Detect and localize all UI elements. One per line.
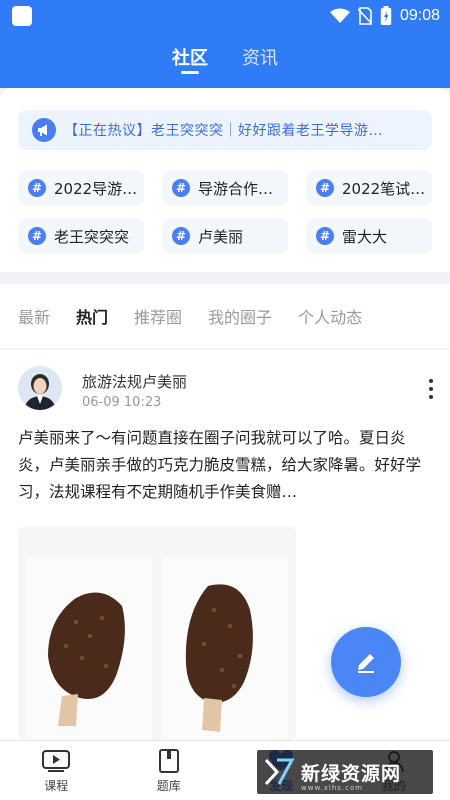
- post-author[interactable]: 旅游法规卢美丽: [82, 371, 187, 392]
- hashtag-icon: #: [172, 227, 190, 245]
- topic-label: 2022导游…: [54, 179, 138, 198]
- topic-grid: #2022导游… # 导游合作… #2022笔试… # 老王突突突 # 卢美丽 # 雷大…: [18, 170, 432, 254]
- watermark-logo-icon: [264, 758, 295, 786]
- battery-icon: [380, 6, 392, 25]
- topic-chip[interactable]: #2022导游…: [18, 170, 144, 206]
- status-bar: 09:08: [0, 0, 450, 32]
- notification-icon: [12, 6, 32, 26]
- hashtag-icon: #: [316, 179, 334, 197]
- topic-chip[interactable]: # 老王突突突: [18, 218, 144, 254]
- watermark-url: www.xlhs.com: [301, 784, 364, 792]
- status-icons: 09:08: [329, 5, 440, 27]
- nav-label: 课程: [44, 779, 69, 793]
- post-content[interactable]: 卢美丽来了～有问题直接在圈子问我就可以了哈。夏日炎炎，卢美丽亲手做的巧克力脆皮雪…: [18, 425, 434, 506]
- hashtag-icon: #: [172, 179, 190, 197]
- compose-post-button[interactable]: [331, 627, 401, 697]
- tab-news[interactable]: 资讯: [242, 40, 278, 80]
- post-photo[interactable]: [18, 526, 296, 740]
- hashtag-icon: #: [316, 227, 334, 245]
- book-icon: [158, 749, 179, 773]
- hashtag-icon: #: [28, 179, 46, 197]
- topic-label: 卢美丽: [198, 227, 244, 246]
- megaphone-icon: [32, 118, 56, 142]
- play-icon: [42, 750, 71, 772]
- tab-personal-updates[interactable]: 个人动态: [298, 304, 362, 328]
- hot-discussion-text: 【正在热议】老王突突突｜好好跟着老王学导游…: [64, 123, 383, 139]
- more-options-icon[interactable]: [428, 379, 434, 399]
- watermark-text: 新绿资源网: [301, 762, 402, 785]
- hot-discussion-banner[interactable]: 【正在热议】老王突突突｜好好跟着老王学导游…: [18, 110, 432, 150]
- topic-label: 2022笔试…: [342, 179, 426, 198]
- nav-courses[interactable]: 课程: [0, 741, 113, 800]
- status-time: 09:08: [399, 7, 440, 24]
- edit-pencil-icon: [358, 654, 374, 673]
- tab-community[interactable]: 社区: [172, 40, 208, 80]
- tab-recommended-circles[interactable]: 推荐圈: [134, 304, 182, 328]
- wifi-icon: [329, 8, 350, 23]
- tab-latest[interactable]: 最新: [18, 304, 50, 328]
- no-sim-icon: [357, 7, 372, 25]
- topic-chip[interactable]: # 雷大大: [306, 218, 432, 254]
- hot-topics-card: 【正在热议】老王突突突｜好好跟着老王学导游… #2022导游… # 导游合作… #…: [0, 88, 450, 272]
- watermark: 新绿资源网 www.xlhs.com: [257, 750, 433, 794]
- nav-label: 题库: [156, 779, 181, 793]
- tab-hot[interactable]: 热门: [76, 304, 108, 328]
- tab-my-circles[interactable]: 我的圈子: [208, 304, 272, 328]
- nav-question-bank[interactable]: 题库: [113, 741, 226, 800]
- feed-filter-tabs: 最新 热门 推荐圈 我的圈子 个人动态: [0, 284, 450, 348]
- app-header: 09:08 社区 资讯: [0, 0, 450, 88]
- avatar[interactable]: [18, 366, 62, 410]
- topic-label: 雷大大: [342, 227, 388, 246]
- topic-chip[interactable]: # 导游合作…: [162, 170, 288, 206]
- hashtag-icon: #: [28, 227, 46, 245]
- topic-label: 老王突突突: [54, 227, 130, 246]
- topic-chip[interactable]: # 卢美丽: [162, 218, 288, 254]
- topic-label: 导游合作…: [198, 179, 274, 198]
- topic-chip[interactable]: #2022笔试…: [306, 170, 432, 206]
- top-tabs: 社区 资讯: [0, 40, 450, 80]
- post-time: 06-09 10:23: [82, 395, 162, 410]
